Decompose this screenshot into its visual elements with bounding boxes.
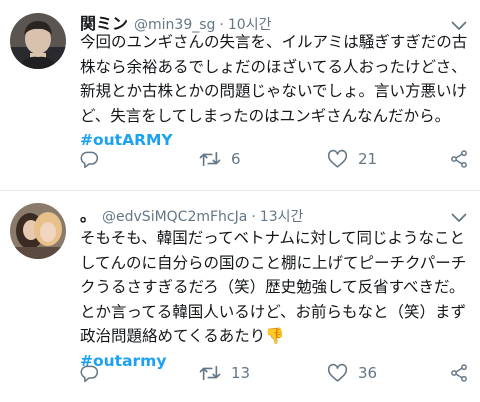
tweet-text-line: とか言ってる韓国人いるけど、お前らもなと（笑）まず [80,302,466,321]
avatar[interactable] [10,203,66,259]
share-icon [449,149,469,169]
reply-icon [79,149,99,169]
reply-button[interactable] [79,363,99,383]
tweet-text-line: そもそも、韓国だってベトナムに対して同じようなこと [80,229,466,247]
tweet[interactable]: 関ミン @min39_sg · 10시간 今回のユンギさんの失言を、イルアミは騒… [0,0,480,190]
like-count: 21 [358,150,378,168]
tweet-text-line: 政治問題絡めてくるあたり👎 [80,327,285,345]
heart-icon [327,149,348,169]
like-count: 36 [358,364,378,382]
share-button[interactable] [449,363,469,383]
tweet[interactable]: 。 @edvSiMQC2mFhcJa · 13시간 そもそも、韓国だってベトナム… [0,191,480,402]
retweet-icon [199,363,221,383]
tweet-text: 今回のユンギさんの失言を、イルアミは騒ぎすぎだの古 株なら余裕あるでしょだのほざ… [80,30,472,153]
tweet-text-line: ど、失言をしてしまったのはユンギさんなんだから。 [80,106,451,125]
tweet-text: そもそも、韓国だってベトナムに対して同じようなこと してんのに自分らの国のこと棚… [80,226,472,373]
avatar[interactable] [10,13,66,69]
reply-button[interactable] [79,149,99,169]
tweet-text-line: 新規とか古株とかの問題じゃないでしょ。言い方悪いけ [80,82,468,100]
action-bar: 13 36 [0,363,480,387]
tweet-text-line: してんのに自分らの国のこと棚に上げてピーチクパーチ [80,253,467,272]
separator: · [251,209,256,225]
share-button[interactable] [449,149,469,169]
action-bar: 6 21 [0,149,480,173]
tweet-text-line: 株なら余裕あるでしょだのほざいてる人おったけどさ、 [80,57,467,76]
retweet-count: 6 [231,150,241,168]
tweet-text-line: クうるさすぎるだろ（笑）歴史勉強して反省すべきだ。 [80,278,465,296]
heart-icon [327,363,348,383]
reply-icon [79,363,99,383]
retweet-count: 13 [231,364,251,382]
like-button[interactable]: 36 [327,363,377,383]
display-name[interactable]: 。 [80,202,96,226]
timestamp[interactable]: 13시간 [260,206,304,226]
retweet-icon [199,149,221,169]
tweet-header: 。 @edvSiMQC2mFhcJa · 13시간 [80,202,303,226]
chevron-down-icon[interactable] [451,208,467,222]
tweet-text-line: 今回のユンギさんの失言を、イルアミは騒ぎすぎだの古 [80,33,468,51]
user-handle[interactable]: @edvSiMQC2mFhcJa [102,209,247,225]
retweet-button[interactable]: 6 [199,149,241,169]
chevron-down-icon[interactable] [451,16,467,30]
retweet-button[interactable]: 13 [199,363,250,383]
like-button[interactable]: 21 [327,149,377,169]
share-icon [449,363,469,383]
